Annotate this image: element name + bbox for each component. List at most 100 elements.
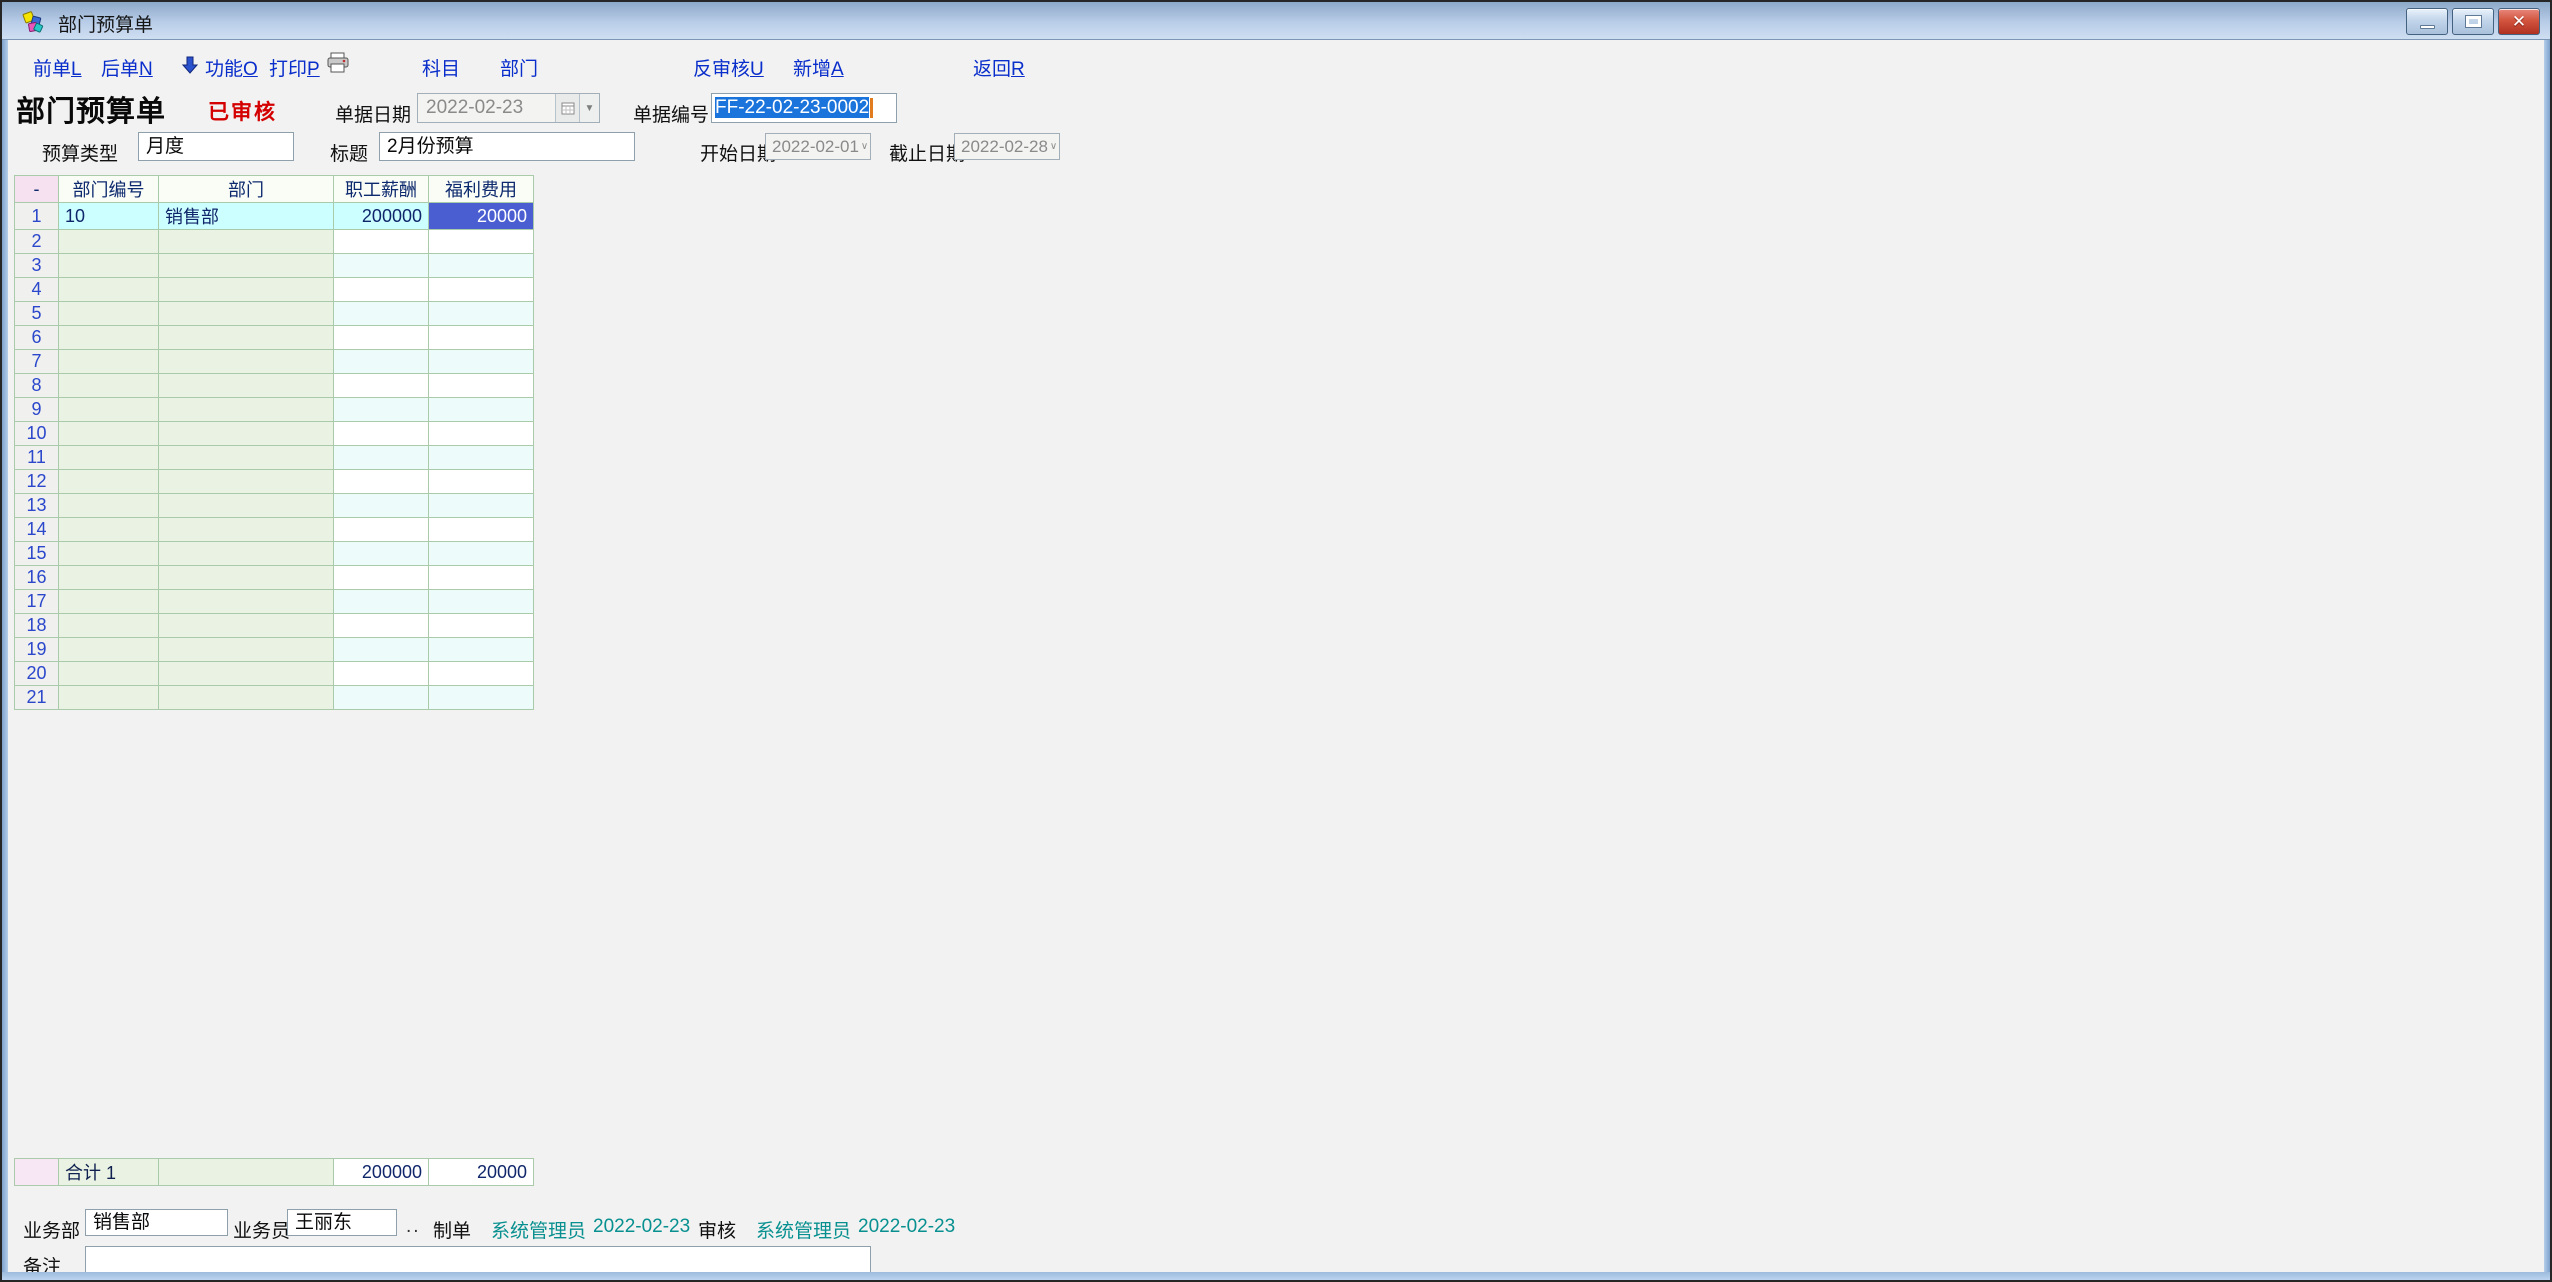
grid-cell[interactable] — [159, 422, 334, 446]
grid-row-number[interactable]: 19 — [15, 638, 59, 662]
grid-cell[interactable] — [159, 686, 334, 710]
grid-cell[interactable] — [159, 302, 334, 326]
grid-row-number[interactable]: 12 — [15, 470, 59, 494]
grid-cell[interactable] — [159, 638, 334, 662]
grid-row-number[interactable]: 1 — [15, 203, 59, 230]
subject-field[interactable]: 2月份预算 — [379, 132, 635, 161]
grid-cell[interactable] — [429, 614, 534, 638]
grid-cell[interactable] — [429, 470, 534, 494]
grid-cell[interactable] — [429, 686, 534, 710]
grid-cell[interactable] — [159, 398, 334, 422]
grid-cell[interactable] — [334, 662, 429, 686]
toolbar-item-5[interactable]: 科目 — [422, 54, 460, 81]
grid-cell[interactable] — [59, 350, 159, 374]
grid-cell[interactable] — [59, 542, 159, 566]
function-dropdown-arrow-icon[interactable] — [182, 56, 198, 74]
grid-row-number[interactable]: 20 — [15, 662, 59, 686]
toolbar-item-3[interactable]: 功能O — [205, 54, 258, 81]
grid-row-number[interactable]: 13 — [15, 494, 59, 518]
grid-column-header[interactable]: 部门编号 — [59, 176, 159, 203]
grid-cell[interactable] — [429, 302, 534, 326]
grid-row-number[interactable]: 15 — [15, 542, 59, 566]
grid-column-header[interactable]: 福利费用 — [429, 176, 534, 203]
grid-cell[interactable] — [429, 422, 534, 446]
grid-cell[interactable] — [159, 446, 334, 470]
end-date-combo[interactable]: 2022-02-28 ∨ — [954, 133, 1060, 160]
grid-cell[interactable] — [429, 230, 534, 254]
business-dept-field[interactable]: 销售部 — [85, 1209, 228, 1236]
maximize-button[interactable] — [2452, 8, 2494, 35]
grid-cell[interactable] — [429, 374, 534, 398]
grid-cell[interactable] — [334, 302, 429, 326]
grid-cell[interactable] — [159, 326, 334, 350]
grid-cell[interactable] — [334, 230, 429, 254]
grid-cell[interactable] — [59, 494, 159, 518]
grid-row-number[interactable]: 11 — [15, 446, 59, 470]
grid-cell[interactable] — [159, 230, 334, 254]
grid-column-header[interactable]: 部门 — [159, 176, 334, 203]
grid-cell[interactable] — [334, 446, 429, 470]
grid-cell[interactable] — [159, 614, 334, 638]
grid-cell[interactable] — [334, 566, 429, 590]
remark-field[interactable] — [85, 1246, 871, 1272]
grid-cell[interactable] — [334, 350, 429, 374]
grid-cell[interactable] — [429, 542, 534, 566]
grid-cell[interactable] — [59, 518, 159, 542]
close-button[interactable]: ✕ — [2498, 8, 2540, 35]
grid-cell[interactable] — [159, 518, 334, 542]
toolbar-item-6[interactable]: 部门 — [500, 54, 538, 81]
grid-row-number[interactable]: 9 — [15, 398, 59, 422]
grid-cell[interactable] — [159, 374, 334, 398]
grid-cell[interactable] — [59, 614, 159, 638]
grid-cell[interactable] — [429, 326, 534, 350]
end-date-dropdown-icon[interactable]: ∨ — [1048, 134, 1059, 159]
grid-cell[interactable] — [59, 590, 159, 614]
grid-row-number[interactable]: 5 — [15, 302, 59, 326]
grid-cell[interactable] — [334, 470, 429, 494]
grid-row-number[interactable]: 16 — [15, 566, 59, 590]
grid-cell[interactable] — [429, 254, 534, 278]
grid-cell[interactable] — [159, 494, 334, 518]
start-date-combo[interactable]: 2022-02-01 ∨ — [765, 133, 871, 160]
grid-row-number[interactable]: 18 — [15, 614, 59, 638]
grid-cell[interactable]: 销售部 — [159, 203, 334, 230]
grid-cell[interactable]: 20000 — [429, 203, 534, 230]
grid-cell[interactable] — [334, 614, 429, 638]
toolbar-item-1[interactable]: 前单L — [33, 54, 82, 81]
grid-row-number[interactable]: 3 — [15, 254, 59, 278]
doc-date-dropdown-icon[interactable]: ▼ — [579, 94, 599, 122]
grid-cell[interactable] — [334, 374, 429, 398]
grid-cell[interactable] — [159, 278, 334, 302]
grid-cell[interactable] — [59, 566, 159, 590]
doc-date-field[interactable]: 2022-02-23 ▼ — [417, 93, 600, 123]
grid-cell[interactable] — [159, 590, 334, 614]
grid-cell[interactable] — [429, 278, 534, 302]
toolbar-item-4[interactable]: 打印P — [269, 54, 320, 81]
grid-cell[interactable] — [59, 302, 159, 326]
grid-cell[interactable] — [429, 350, 534, 374]
grid-cell[interactable] — [429, 566, 534, 590]
grid-cell[interactable] — [59, 230, 159, 254]
grid-cell[interactable] — [334, 518, 429, 542]
grid-row-number[interactable]: 10 — [15, 422, 59, 446]
grid-row-number[interactable]: 21 — [15, 686, 59, 710]
grid-cell[interactable] — [59, 374, 159, 398]
grid-cell[interactable] — [59, 446, 159, 470]
grid-cell[interactable] — [59, 662, 159, 686]
grid-cell[interactable] — [159, 662, 334, 686]
grid-row-number[interactable]: 7 — [15, 350, 59, 374]
grid-cell[interactable] — [59, 278, 159, 302]
grid-cell[interactable] — [429, 518, 534, 542]
grid-cell[interactable] — [429, 446, 534, 470]
grid-cell[interactable] — [334, 638, 429, 662]
grid-cell[interactable] — [334, 254, 429, 278]
grid-cell[interactable] — [429, 398, 534, 422]
grid-cell[interactable] — [429, 590, 534, 614]
grid-cell[interactable] — [59, 422, 159, 446]
calendar-icon[interactable] — [555, 94, 579, 122]
toolbar-item-2[interactable]: 后单N — [101, 54, 153, 81]
toolbar-item-7[interactable]: 反审核U — [693, 54, 764, 81]
grid-row-number[interactable]: 14 — [15, 518, 59, 542]
grid-cell[interactable] — [429, 638, 534, 662]
grid-cell[interactable] — [59, 398, 159, 422]
